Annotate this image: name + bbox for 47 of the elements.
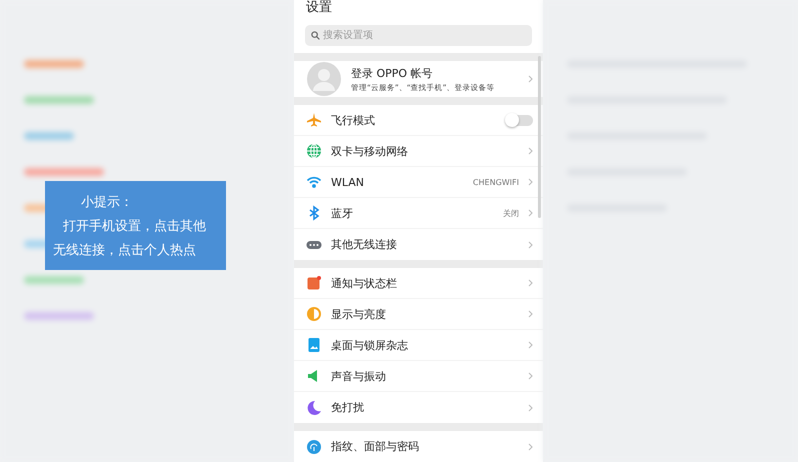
fingerprint-icon — [306, 438, 322, 454]
chevron-icon — [528, 404, 533, 412]
tip-text: 打开手机设置，点击其他无线连接，点击个人热点 — [53, 218, 207, 260]
chevron-icon — [528, 279, 533, 287]
account-name: 登录 OPPO 帐号 — [351, 66, 434, 81]
chevron-icon — [528, 372, 533, 380]
row-label: 桌面与锁屏杂志 — [331, 338, 409, 352]
row-label: 蓝牙 — [331, 206, 354, 220]
row-label: WLAN — [331, 176, 366, 188]
settings-row[interactable]: 声音与振动 — [294, 361, 543, 392]
row-value: CHENGWIFI — [472, 178, 519, 186]
settings-row[interactable]: 其他无线连接 — [294, 229, 543, 260]
row-label: 免打扰 — [331, 400, 365, 415]
tip-title: 小提示： — [80, 194, 134, 212]
row-label: 通知与状态栏 — [331, 276, 398, 290]
chevron-icon — [528, 75, 533, 84]
airplane-icon — [306, 112, 322, 128]
screen-title: 设置 — [305, 0, 333, 17]
search-icon — [311, 31, 320, 40]
chevron-icon — [528, 442, 533, 450]
chevron-icon — [528, 240, 533, 248]
settings-row[interactable]: 通知与状态栏 — [294, 268, 543, 299]
toggle-switch[interactable] — [506, 114, 533, 126]
settings-row[interactable]: 显示与亮度 — [294, 299, 543, 330]
chevron-icon — [528, 209, 533, 217]
brightness-icon — [306, 306, 322, 322]
wallpaper-icon — [306, 337, 322, 353]
settings-row[interactable]: 指纹、面部与密码 — [294, 431, 543, 462]
row-value: 关闭 — [503, 208, 519, 218]
row-label: 双卡与移动网络 — [331, 144, 409, 158]
row-label: 指纹、面部与密码 — [331, 439, 420, 454]
globe-icon — [306, 143, 322, 159]
wifi-icon — [306, 174, 322, 190]
row-label: 声音与振动 — [331, 368, 387, 384]
row-label: 飞行模式 — [331, 112, 376, 128]
search-field[interactable]: 搜索设置项 — [305, 25, 532, 46]
notification-icon — [306, 275, 322, 291]
row-label: 其他无线连接 — [331, 237, 398, 252]
moon-icon — [306, 400, 322, 416]
chevron-icon — [528, 178, 533, 186]
avatar-icon — [307, 62, 341, 96]
settings-row[interactable]: 桌面与锁屏杂志 — [294, 330, 543, 361]
chevron-icon — [528, 341, 533, 349]
row-label: 显示与亮度 — [331, 306, 387, 322]
chevron-icon — [528, 147, 533, 155]
chevron-icon — [528, 310, 533, 318]
settings-row[interactable]: 免打扰 — [294, 392, 543, 423]
